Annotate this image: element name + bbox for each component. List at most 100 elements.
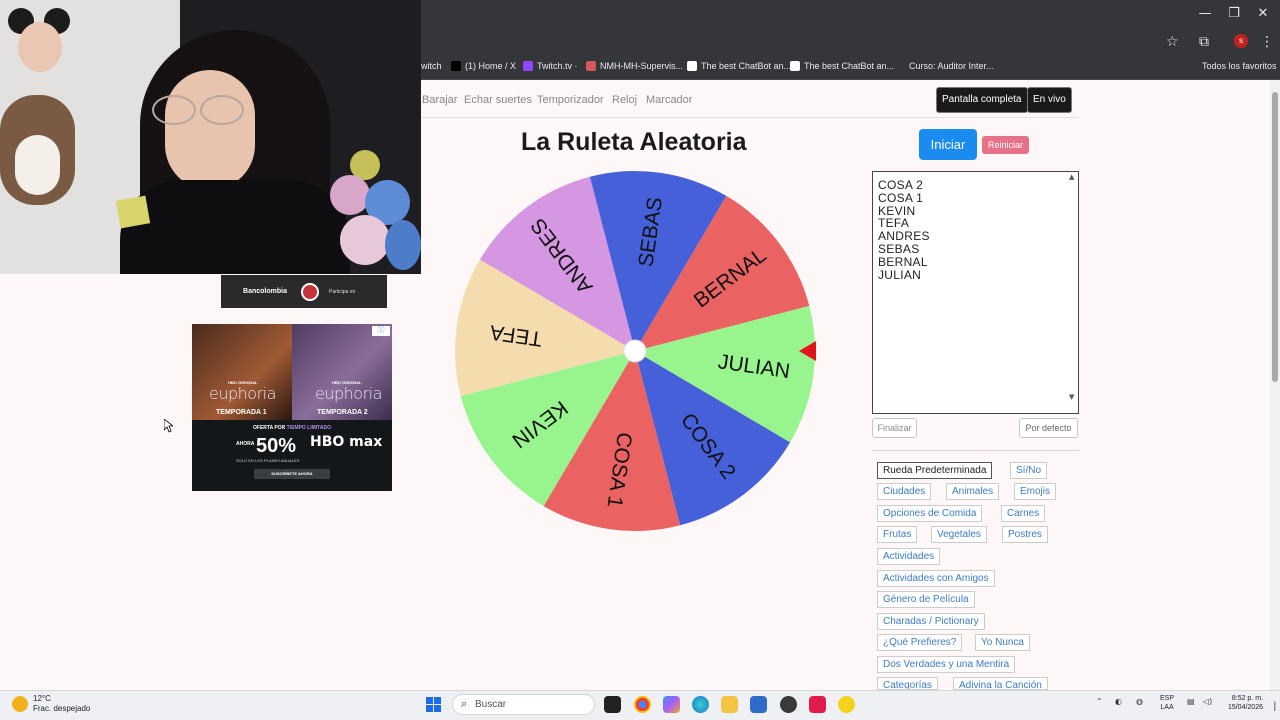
textarea-scroll-down-icon[interactable]: ▼ (1069, 393, 1074, 401)
bookmark-favicon-icon (687, 61, 697, 71)
spin-wheel[interactable]: JULIANCOSA 2COSA 1KEVINTEFAANDRES SEBASBE… (454, 170, 816, 532)
default-button[interactable]: Por defecto (1019, 418, 1078, 438)
entries-textarea[interactable]: COSA 2 COSA 1 KEVIN TEFA ANDRES SEBAS BERNAL JU… (872, 171, 1079, 414)
close-icon[interactable]: ✕ (1253, 6, 1273, 21)
preset-button[interactable]: Género de Película (877, 591, 975, 608)
obs-icon[interactable] (780, 696, 797, 713)
bookmark-label: Todos los favoritos (1202, 61, 1277, 71)
bookmark-item[interactable]: The best ChatBot an... (687, 61, 791, 71)
file-explorer-icon[interactable] (721, 696, 738, 713)
live-button[interactable]: En vivo (1027, 87, 1072, 113)
network-icon[interactable]: ▤ (1187, 697, 1195, 706)
webcam-overlay (0, 0, 421, 274)
minimize-icon[interactable]: — (1195, 6, 1215, 21)
adchoices-icon[interactable]: ⓘ (372, 326, 390, 336)
star-icon[interactable]: ☆ (1166, 34, 1179, 50)
wheel-hub (623, 339, 647, 363)
preset-button[interactable]: Frutas (877, 526, 918, 543)
preset-button[interactable]: Categorías (877, 677, 938, 690)
preset-button[interactable]: Carnes (1001, 505, 1046, 522)
nav-link-scoreboard[interactable]: Marcador (646, 94, 692, 106)
entry-line: SEBAS (878, 241, 920, 256)
volume-icon[interactable]: ◁) (1203, 697, 1212, 706)
fullscreen-button[interactable]: Pantalla completa (936, 87, 1028, 113)
bookmark-favicon-icon (586, 61, 596, 71)
preset-button[interactable]: Ciudades (877, 483, 932, 500)
bancolombia-logo: Bancolombia (243, 287, 287, 295)
sponsor-banner[interactable]: Bancolombia Participa en (221, 275, 387, 308)
tray-app-icon[interactable]: ◐ (1115, 697, 1122, 706)
profile-avatar[interactable]: s (1234, 34, 1248, 48)
extensions-icon[interactable]: ⧉ (1199, 34, 1209, 50)
bookmark-item[interactable]: Todos los favoritos (1188, 61, 1277, 71)
ad-percent: 50% (256, 435, 297, 457)
preset-button[interactable]: Dos Verdades y una Mentira (877, 656, 1016, 673)
preset-button[interactable]: Charadas / Pictionary (877, 613, 985, 630)
chrome-icon[interactable] (634, 696, 651, 713)
store-icon[interactable] (750, 696, 767, 713)
start-button-windows[interactable] (426, 697, 441, 712)
seal-icon (301, 282, 319, 301)
copilot-icon[interactable] (663, 696, 680, 713)
nav-link-timer[interactable]: Temporizador (537, 94, 604, 106)
bookmark-item[interactable]: Curso: Auditor Inter... (895, 61, 994, 71)
bookmark-favicon-icon (1188, 61, 1198, 71)
textarea-scroll-up-icon[interactable]: ▲ (1069, 173, 1074, 181)
ad-cta-button[interactable]: SUSCRÍBETE AHORA (254, 469, 330, 479)
taskbar-search[interactable]: ⌕ Buscar (452, 694, 595, 715)
edge-icon[interactable] (692, 696, 709, 713)
preset-button[interactable]: Sí/No (1010, 462, 1048, 479)
reset-button[interactable]: Reiniciar (982, 136, 1029, 154)
bookmark-item[interactable]: (1) Home / X (451, 61, 516, 71)
preset-button[interactable]: Actividades con Amigos (877, 570, 995, 587)
ad-season-2: TEMPORADA 2 (317, 409, 368, 416)
plush-pile-icon (330, 150, 421, 274)
preset-button[interactable]: ¿Qué Prefieres? (877, 634, 963, 651)
bookmark-favicon-icon (523, 61, 533, 71)
ad-season-1: TEMPORADA 1 (216, 409, 267, 416)
start-button[interactable]: Iniciar (919, 129, 977, 160)
preset-button[interactable]: Animales (946, 483, 1000, 500)
hbo-max-ad[interactable]: HBO ORIGINAL HBO ORIGINAL euphoria eupho… (192, 324, 392, 491)
maximize-icon[interactable]: ❐ (1224, 6, 1244, 21)
hbo-max-logo: HBO max (310, 434, 383, 450)
bookmark-label: The best ChatBot an... (701, 61, 792, 71)
bookmark-item[interactable]: witch (421, 61, 442, 71)
divider (872, 450, 1079, 451)
language-indicator[interactable]: ESP LAA (1160, 694, 1174, 712)
preset-button[interactable]: Postres (1002, 526, 1048, 543)
preset-button[interactable]: Actividades (877, 548, 941, 565)
bookmark-item[interactable]: The best ChatBot an... (790, 61, 894, 71)
preset-button[interactable]: Opciones de Comida (877, 505, 983, 522)
weather-widget[interactable]: 12°C Frac. despejado (33, 694, 90, 714)
preset-button[interactable]: Yo Nunca (975, 634, 1030, 651)
ad-now: AHORA (236, 441, 255, 447)
weather-icon[interactable] (12, 696, 28, 712)
page-scrollbar-thumb[interactable] (1272, 92, 1278, 382)
bookmark-label: (1) Home / X (465, 61, 517, 71)
preset-button[interactable]: Adivina la Canción (953, 677, 1048, 690)
finish-button[interactable]: Finalizar (872, 418, 917, 438)
bookmark-favicon-icon (790, 61, 800, 71)
mouse-cursor-icon (164, 419, 173, 433)
menu-icon[interactable]: ⋮ (1260, 34, 1274, 50)
preset-button[interactable]: Vegetales (931, 526, 987, 543)
notification-icon[interactable]: ▕ (1269, 702, 1275, 711)
nav-link-clock[interactable]: Reloj (612, 94, 637, 106)
bookmark-favicon-icon (451, 61, 461, 71)
app-icon[interactable] (838, 696, 855, 713)
tray-app-icon-2[interactable]: ◍ (1136, 697, 1143, 706)
taskbar-clock[interactable]: 8:52 p. m. 15/04/2026 (1225, 694, 1263, 712)
bookmark-item[interactable]: NMH-MH-Supervis... (586, 61, 683, 71)
preset-button[interactable]: Rueda Predeterminada (877, 462, 993, 479)
ad-show-title: euphoria (209, 384, 276, 403)
screen: — ❐ ✕ ☆ ⧉ s ⋮ witch (1) Home / X Twitch.tv… (0, 0, 1280, 720)
tray-chevron-icon[interactable]: ⌃ (1096, 697, 1103, 706)
bookmark-item[interactable]: Twitch.tv · (523, 61, 578, 71)
tiktok-icon[interactable] (809, 696, 826, 713)
preset-button[interactable]: Emojis (1014, 483, 1057, 500)
task-view-icon[interactable] (604, 696, 621, 713)
nav-link-shuffle[interactable]: Barajar (422, 94, 457, 106)
entry-line: COSA 2 (878, 178, 924, 192)
nav-link-draw-lots[interactable]: Echar suertes (464, 94, 532, 106)
